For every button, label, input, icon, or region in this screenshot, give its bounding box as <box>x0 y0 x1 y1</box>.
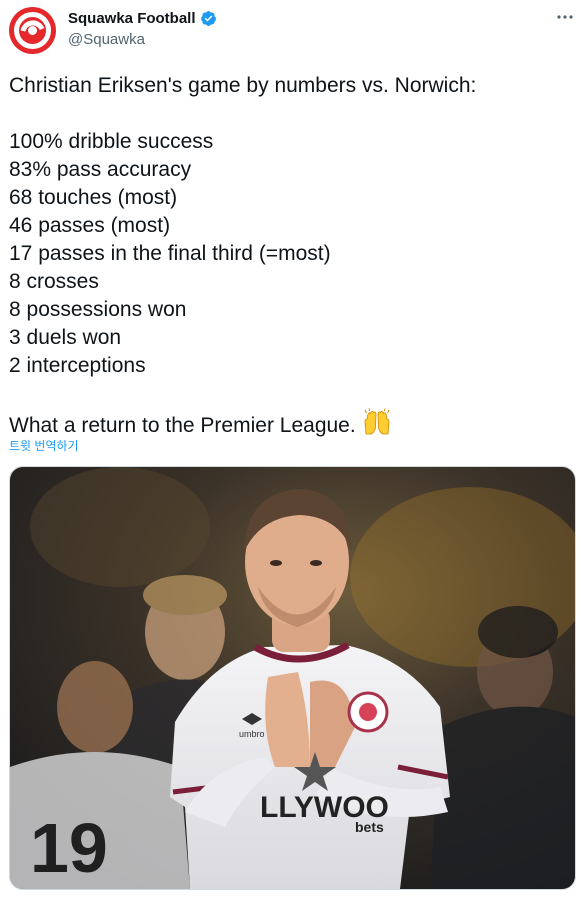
shirt-sponsor-small: bets <box>355 819 384 835</box>
stat-line: 100% dribble success <box>9 130 214 153</box>
avatar[interactable] <box>9 7 56 54</box>
stat-line: 8 crosses <box>9 270 99 293</box>
tweet-closing: What a return to the Premier League. <box>9 414 356 437</box>
raised-hands-emoji-icon <box>364 408 390 435</box>
tweet-closing-line: What a return to the Premier League. <box>9 408 569 437</box>
stat-line: 17 passes in the final third (=most) <box>9 242 331 265</box>
tweet-header: Squawka Football @Squawka <box>0 0 581 60</box>
tweet-text: Christian Eriksen's game by numbers vs. … <box>9 72 569 437</box>
display-name[interactable]: Squawka Football <box>68 10 196 27</box>
translate-tweet-link[interactable]: 트윗 번역하기 <box>9 437 79 454</box>
tweet-media-photo[interactable]: 19 umbro LLYWOO bets <box>9 466 576 890</box>
tweet-headline: Christian Eriksen's game by numbers vs. … <box>9 74 477 97</box>
stat-line: 46 passes (most) <box>9 214 171 237</box>
player-photo-icon: 19 umbro LLYWOO bets <box>10 467 575 889</box>
verified-badge-icon <box>200 11 216 26</box>
tweet-card: Squawka Football @Squawka Christian Erik… <box>0 0 581 897</box>
more-options-icon[interactable] <box>555 10 575 24</box>
stat-line: 68 touches (most) <box>9 186 178 209</box>
stat-line: 3 duels won <box>9 326 122 349</box>
name-row: Squawka Football <box>68 10 217 27</box>
stat-line: 8 possessions won <box>9 298 187 321</box>
stat-line: 83% pass accuracy <box>9 158 192 181</box>
brand-text: umbro <box>239 729 265 739</box>
svg-text:19: 19 <box>30 809 108 887</box>
stat-line: 2 interceptions <box>9 354 146 377</box>
handle[interactable]: @Squawka <box>68 31 145 48</box>
